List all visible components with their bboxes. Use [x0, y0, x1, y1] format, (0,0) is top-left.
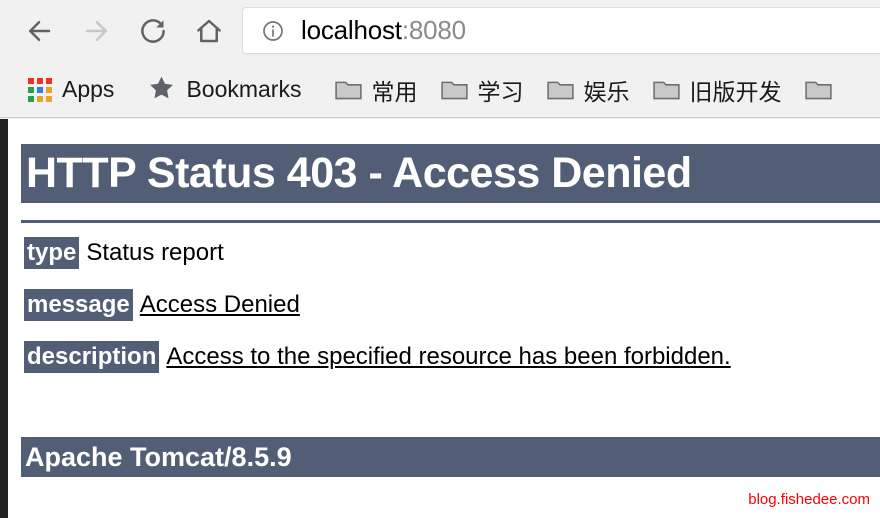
- info-circle-icon[interactable]: [261, 19, 285, 43]
- folder-icon: [805, 79, 833, 100]
- info-row-description-label: description: [24, 341, 160, 373]
- bookmark-folder-0-label: 常用: [371, 78, 418, 105]
- bookmark-folder-2[interactable]: 娱乐: [541, 70, 635, 110]
- info-row-message-label: message: [24, 289, 133, 321]
- url-text: localhost:8080: [301, 15, 466, 46]
- arrow-right-icon: [82, 16, 112, 46]
- folder-icon: [335, 79, 363, 100]
- horizontal-rule: [21, 220, 880, 223]
- bookmark-folder-0[interactable]: 常用: [329, 70, 423, 110]
- reload-icon: [138, 16, 168, 46]
- address-bar[interactable]: localhost:8080: [242, 7, 880, 54]
- info-row-type-label: type: [24, 237, 80, 269]
- bookmark-folder-3-label: 旧版开发: [689, 78, 782, 105]
- folder-icon: [441, 79, 469, 100]
- url-port: :8080: [401, 15, 466, 45]
- home-icon: [194, 16, 224, 46]
- reload-button[interactable]: [132, 10, 174, 52]
- bookmark-folder-1-label: 学习: [477, 78, 524, 105]
- bookmark-folder-1[interactable]: 学习: [435, 70, 529, 110]
- bookmark-bookmarks-label: Bookmarks: [186, 76, 302, 102]
- info-row-description-value: Access to the specified resource has bee…: [166, 343, 731, 370]
- tomcat-error-page: HTTP Status 403 - Access Denied type Stat…: [21, 119, 880, 518]
- bookmark-apps[interactable]: Apps: [22, 70, 120, 110]
- info-row-message: message Access Denied: [24, 289, 300, 321]
- browser-chrome: localhost:8080 Apps Bookmarks 常用 学习 娱乐 旧…: [0, 0, 880, 119]
- info-row-description: description Access to the specified resou…: [24, 341, 731, 373]
- back-button[interactable]: [18, 10, 60, 52]
- status-banner: HTTP Status 403 - Access Denied: [21, 144, 880, 203]
- browser-toolbar: localhost:8080: [0, 0, 880, 62]
- bookmark-folder-2-label: 娱乐: [583, 78, 630, 105]
- info-row-type: type Status report: [24, 237, 224, 269]
- watermark: blog.fishedee.com: [748, 491, 870, 508]
- folder-icon: [547, 79, 575, 100]
- bookmark-bookmarks[interactable]: Bookmarks: [142, 70, 307, 110]
- star-icon: [148, 74, 175, 106]
- info-row-message-value: Access Denied: [139, 291, 300, 318]
- url-host: localhost: [301, 15, 402, 45]
- info-row-type-value: Status report: [86, 239, 224, 266]
- arrow-left-icon: [24, 16, 54, 46]
- bookmark-apps-label: Apps: [62, 76, 115, 102]
- bookmark-folder-4[interactable]: [799, 70, 847, 110]
- forward-button: [76, 10, 118, 52]
- viewport-left-edge: [0, 119, 8, 518]
- page-viewport: HTTP Status 403 - Access Denied type Stat…: [0, 119, 880, 518]
- bookmarks-bar: Apps Bookmarks 常用 学习 娱乐 旧版开发: [0, 62, 880, 118]
- bookmark-folder-3[interactable]: 旧版开发: [647, 70, 787, 110]
- server-version-banner: Apache Tomcat/8.5.9: [21, 437, 880, 477]
- home-button[interactable]: [188, 10, 230, 52]
- apps-grid-icon: [28, 78, 52, 102]
- folder-icon: [653, 79, 681, 100]
